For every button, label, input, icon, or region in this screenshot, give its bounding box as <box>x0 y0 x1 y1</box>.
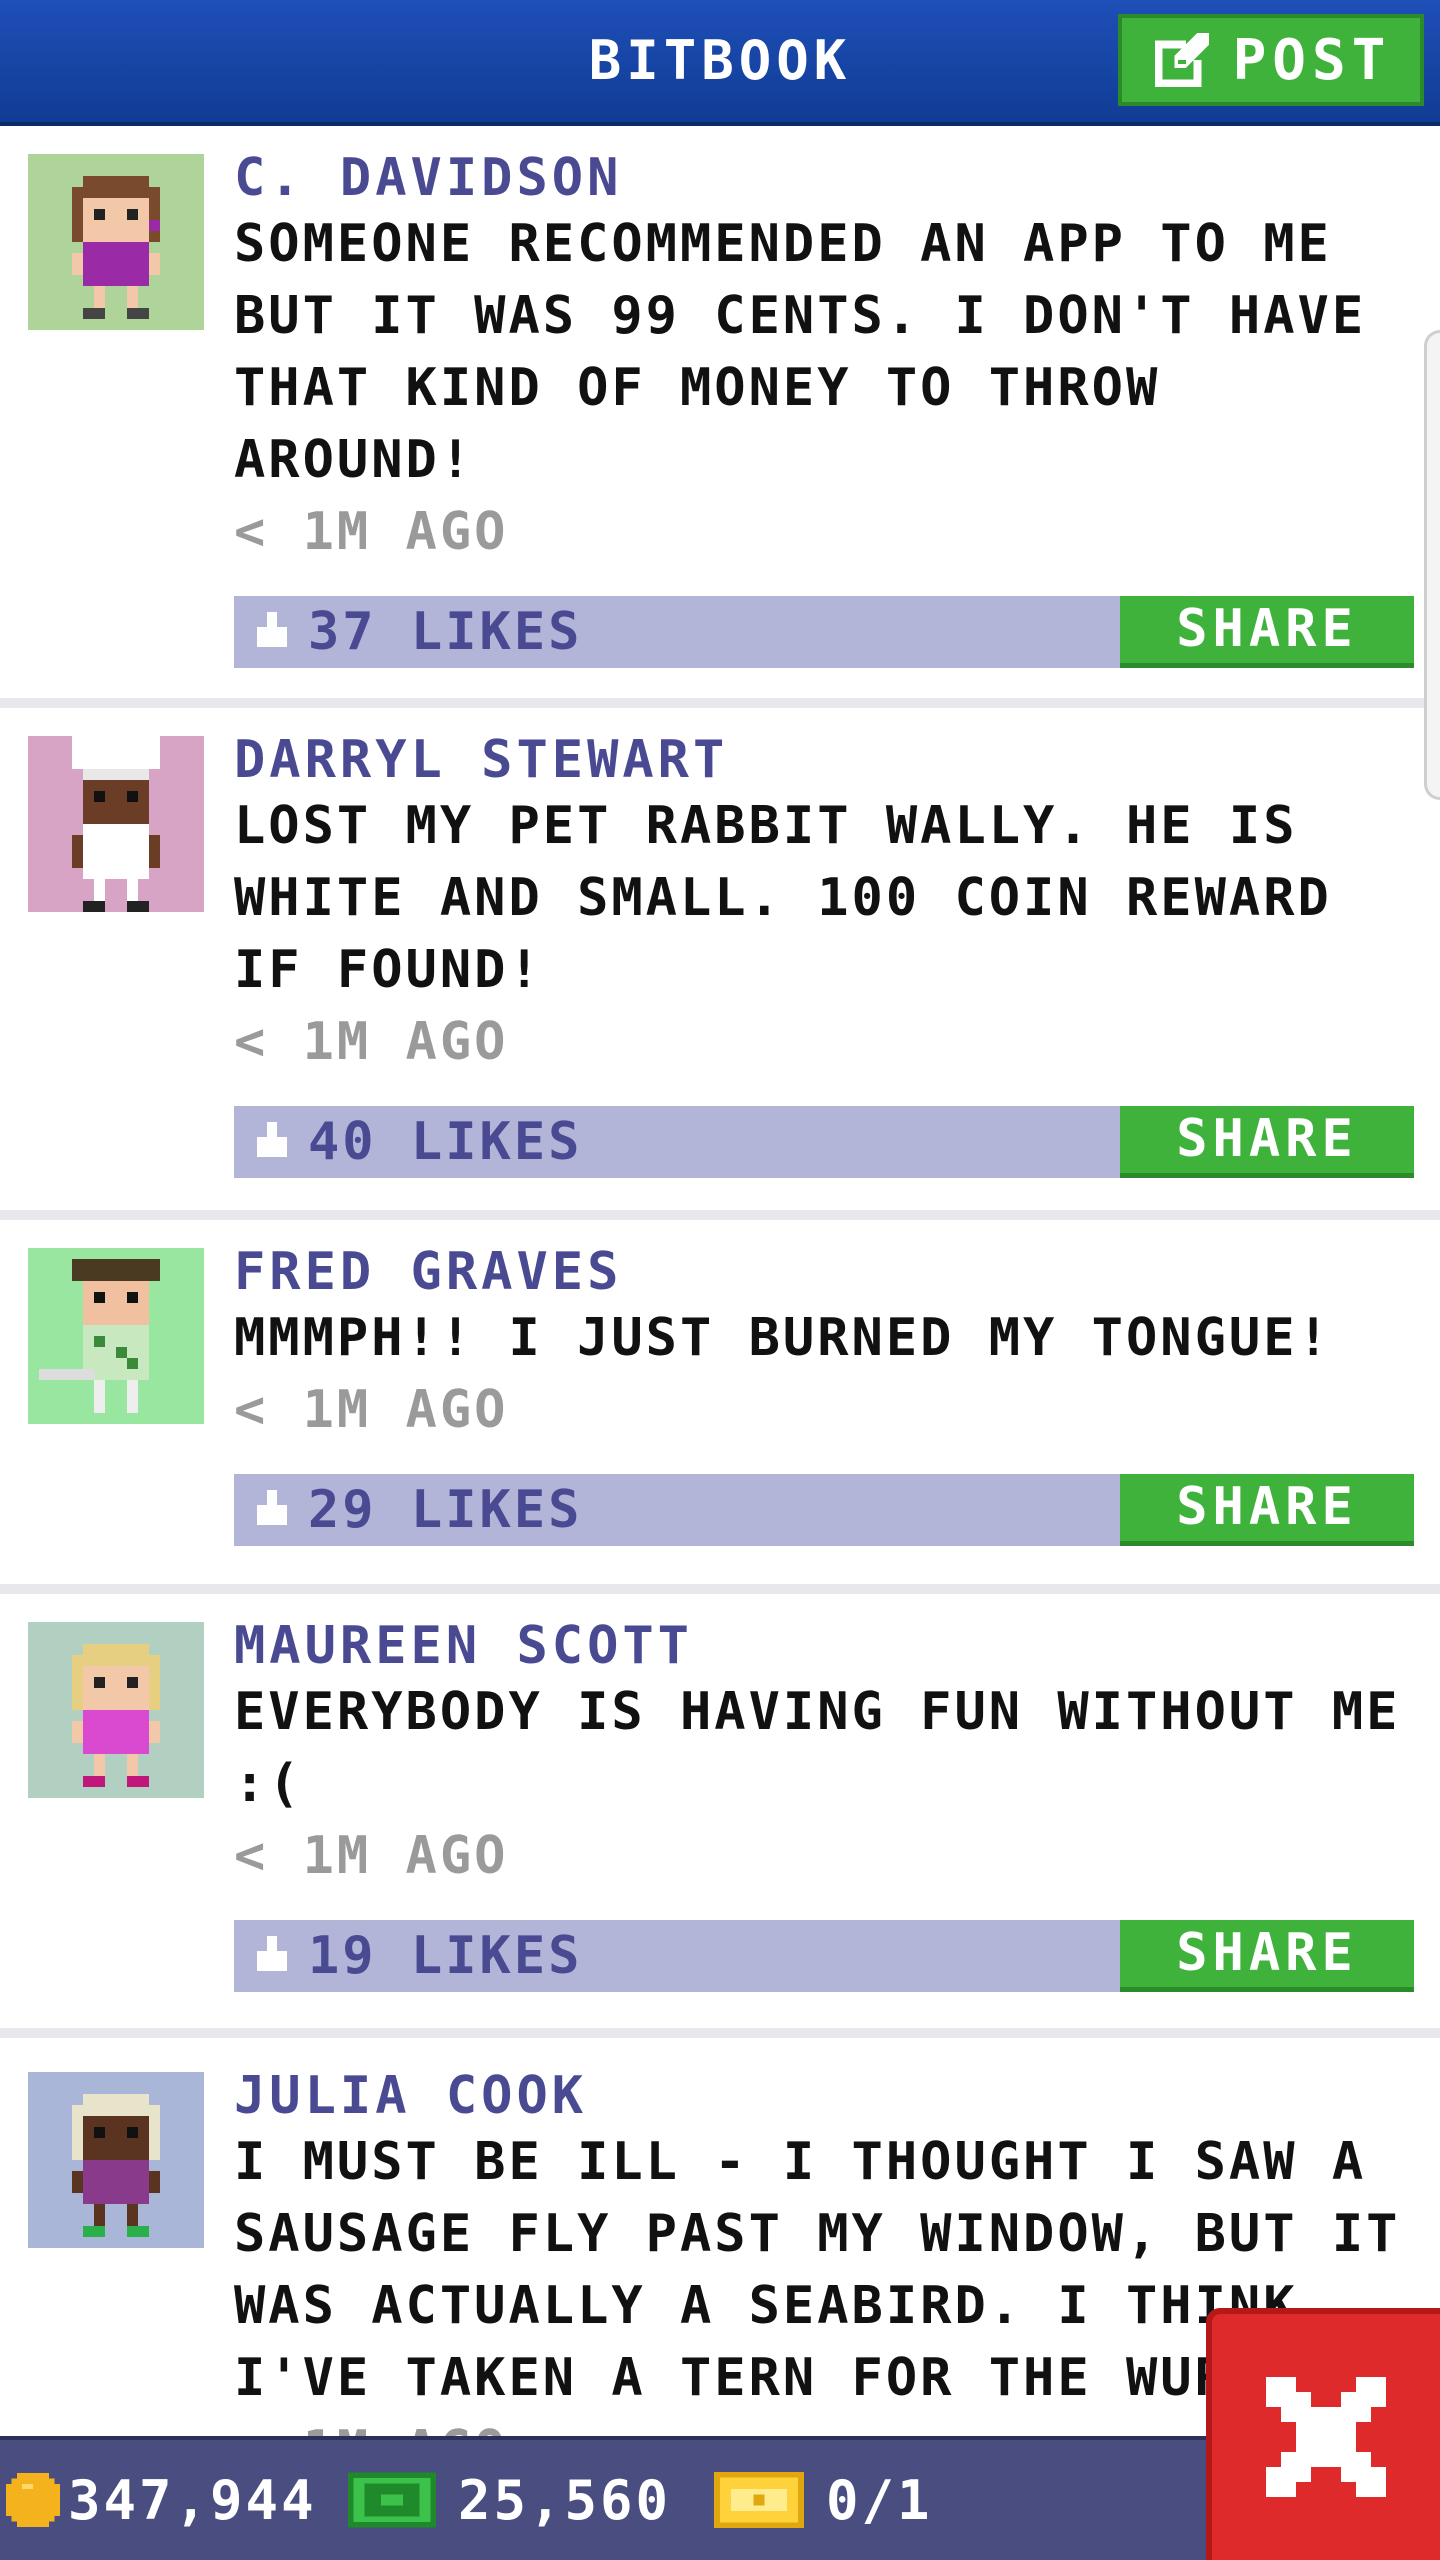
thumbs-up-icon <box>257 612 287 647</box>
thumbs-up-icon <box>257 1122 287 1157</box>
post-message: SOMEONE RECOMMENDED AN APP TO ME BUT IT … <box>234 214 1367 490</box>
close-icon <box>1266 2377 1386 2497</box>
post-time: < 1M AGO <box>234 1012 509 1072</box>
post-card: MAUREEN SCOTT EVERYBODY IS HAVING FUN WI… <box>0 1594 1440 2038</box>
coins-stat: 347,944 <box>6 2440 317 2560</box>
post-time: < 1M AGO <box>234 502 509 562</box>
app-header: BITBOOK POST <box>0 0 1440 126</box>
thumbs-up-icon <box>257 1490 287 1525</box>
avatar[interactable] <box>28 736 204 912</box>
share-button[interactable]: SHARE <box>1120 596 1414 668</box>
likes-count: 37 LIKES <box>308 602 583 662</box>
post-button[interactable]: POST <box>1118 14 1424 106</box>
likes-count: 40 LIKES <box>308 1112 583 1172</box>
bux-value: 25,560 <box>458 2468 672 2532</box>
tickets-value: 0/1 <box>826 2468 933 2532</box>
avatar[interactable] <box>28 2072 204 2248</box>
post-message: MMMPH!! I JUST BURNED MY TONGUE! <box>234 1308 1332 1368</box>
post-time: < 1M AGO <box>234 1826 509 1886</box>
likes-bar[interactable]: 29 LIKES SHARE <box>234 1474 1414 1546</box>
post-author: DARRYL STEWART <box>234 730 729 790</box>
woman-white-hair-avatar <box>72 2094 160 2237</box>
coins-value: 347,944 <box>68 2468 317 2532</box>
tickets-stat: 0/1 <box>714 2440 933 2560</box>
post-author: MAUREEN SCOTT <box>234 1616 693 1676</box>
post-card: C. DAVIDSON SOMEONE RECOMMENDED AN APP T… <box>0 126 1440 708</box>
woman-brown-hair-avatar <box>72 176 160 319</box>
bux-stat: 25,560 <box>348 2440 671 2560</box>
post-message: EVERYBODY IS HAVING FUN WITHOUT ME :( <box>234 1682 1401 1814</box>
share-button[interactable]: SHARE <box>1120 1106 1414 1178</box>
post-message: LOST MY PET RABBIT WALLY. HE IS WHITE AN… <box>234 796 1332 1000</box>
scrollbar[interactable] <box>1424 330 1440 800</box>
edit-icon <box>1154 32 1209 88</box>
avatar[interactable] <box>28 1622 204 1798</box>
bux-icon <box>348 2472 436 2528</box>
share-button[interactable]: SHARE <box>1120 1920 1414 1992</box>
close-button[interactable] <box>1206 2308 1440 2560</box>
likes-bar[interactable]: 37 LIKES SHARE <box>234 596 1414 668</box>
post-card: DARRYL STEWART LOST MY PET RABBIT WALLY.… <box>0 708 1440 1220</box>
post-button-label: POST <box>1232 27 1392 93</box>
golfer-avatar <box>39 1259 160 1413</box>
post-feed[interactable]: C. DAVIDSON SOMEONE RECOMMENDED AN APP T… <box>0 126 1440 2436</box>
post-author: C. DAVIDSON <box>234 148 623 208</box>
post-card: FRED GRAVES MMMPH!! I JUST BURNED MY TON… <box>0 1220 1440 1594</box>
likes-bar[interactable]: 19 LIKES SHARE <box>234 1920 1414 1992</box>
thumbs-up-icon <box>257 1936 287 1971</box>
avatar[interactable] <box>28 1248 204 1424</box>
share-button[interactable]: SHARE <box>1120 1474 1414 1546</box>
ticket-icon <box>714 2472 804 2528</box>
coin-icon <box>6 2473 60 2527</box>
chef-avatar <box>72 736 160 912</box>
avatar[interactable] <box>28 154 204 330</box>
likes-count: 29 LIKES <box>308 1480 583 1540</box>
post-author: FRED GRAVES <box>234 1242 623 1302</box>
post-author: JULIA COOK <box>234 2066 588 2126</box>
post-time: < 1M AGO <box>234 1380 509 1440</box>
woman-blonde-avatar <box>72 1644 160 1787</box>
likes-bar[interactable]: 40 LIKES SHARE <box>234 1106 1414 1178</box>
likes-count: 19 LIKES <box>308 1926 583 1986</box>
